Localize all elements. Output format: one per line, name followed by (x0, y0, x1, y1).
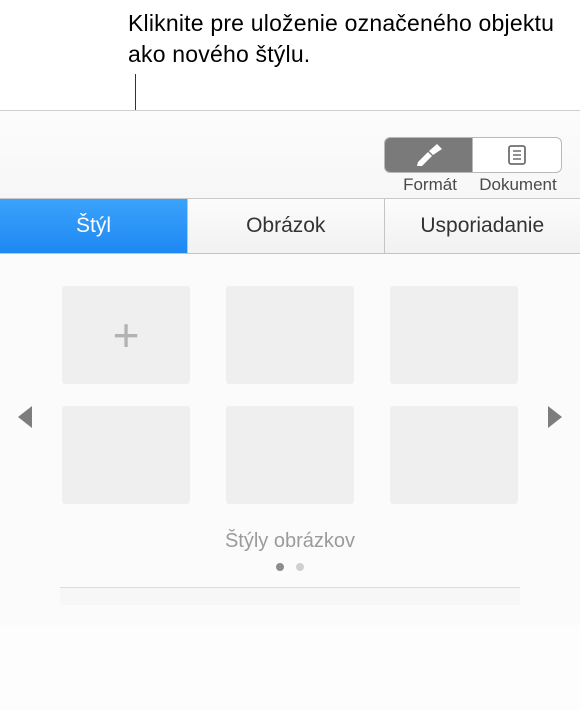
callout-text: Kliknite pre uloženie označeného objektu… (128, 8, 580, 70)
tab-style[interactable]: Štýl (0, 199, 188, 253)
inspector-mode-labels: Formát Dokument (386, 175, 562, 195)
style-thumb[interactable] (390, 406, 518, 504)
paintbrush-icon (414, 144, 444, 166)
toolbar: Formát Dokument (0, 111, 580, 199)
styles-caption: Štýly obrázkov (60, 530, 520, 553)
tab-arrange[interactable]: Usporiadanie (385, 199, 580, 253)
inspector-mode-segmented (384, 137, 562, 173)
style-thumb[interactable] (62, 406, 190, 504)
page-dot-1[interactable] (276, 563, 284, 571)
page-dots (60, 563, 520, 571)
inspector-panel: Formát Dokument Štýl Obrázok Usporiadani… (0, 111, 580, 710)
divider (60, 587, 520, 605)
styles-prev-arrow[interactable] (18, 406, 32, 428)
style-thumb[interactable] (226, 286, 354, 384)
styles-next-arrow[interactable] (548, 406, 562, 428)
document-button[interactable] (473, 138, 561, 172)
styles-grid: + (60, 286, 520, 504)
style-thumb[interactable] (390, 286, 518, 384)
page-dot-2[interactable] (296, 563, 304, 571)
format-button[interactable] (385, 138, 473, 172)
styles-area: + Štýly obrázkov (0, 254, 580, 625)
tabs-row: Štýl Obrázok Usporiadanie (0, 199, 580, 254)
format-label: Formát (386, 175, 474, 195)
add-style-button[interactable]: + (62, 286, 190, 384)
document-label: Dokument (474, 175, 562, 195)
plus-icon: + (113, 312, 140, 358)
document-icon (506, 144, 528, 166)
tab-image[interactable]: Obrázok (188, 199, 385, 253)
style-thumb[interactable] (226, 406, 354, 504)
